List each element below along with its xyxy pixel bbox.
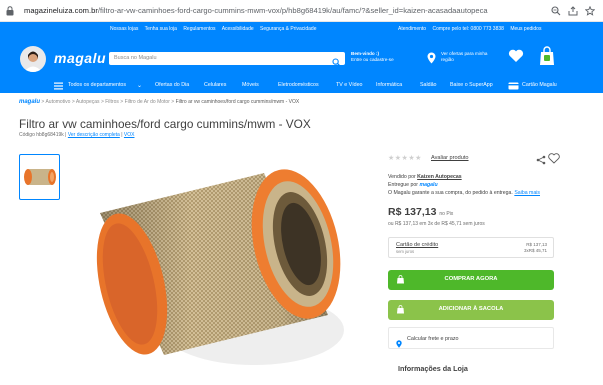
delivered-by-label: Entregue por <box>388 182 418 188</box>
header-link-phone[interactable]: Compre pelo tel: 0800 773 3838 <box>432 26 503 32</box>
header-link[interactable]: Acessibilidade <box>222 26 254 32</box>
product-code-text: Código hb8g68419k | <box>19 132 67 138</box>
price-value: R$ 137,13 <box>388 206 437 218</box>
browser-address-bar[interactable]: magazineluiza.com.br/filtro-ar-vw-caminh… <box>0 0 603 22</box>
breadcrumb-item[interactable]: Filtros <box>105 99 119 105</box>
breadcrumb-current: Filtro ar vw caminhoes/ford cargo cummin… <box>175 99 300 105</box>
header-link-atendimento[interactable]: Atendimento <box>398 26 426 32</box>
sold-by-label: Vendido por <box>388 174 416 180</box>
zoom-icon[interactable] <box>550 5 562 17</box>
nav-superapp[interactable]: Baixe o SuperApp <box>450 82 493 88</box>
chevron-down-icon[interactable]: ⌄ <box>137 82 142 89</box>
login-link[interactable]: Bem-vindo :) Entre ou cadastre-se <box>351 51 394 62</box>
nav-saldao[interactable]: Saldão <box>420 82 437 88</box>
card-label: Cartão de crédito <box>396 242 439 248</box>
buy-now-button[interactable]: COMPRAR AGORA <box>388 270 554 290</box>
seller-info: Vendido por Kaizen Autopecas Entregue po… <box>388 173 540 197</box>
url-domain: magazineluiza.com.br <box>24 6 98 15</box>
add-to-bag-label: ADICIONAR À SACOLA <box>438 306 504 312</box>
favorite-heart-icon[interactable] <box>548 151 560 164</box>
nav-informatica[interactable]: Informática <box>376 82 402 88</box>
share-icon[interactable] <box>536 152 546 165</box>
menu-hamburger-icon[interactable] <box>54 82 63 90</box>
login-text: Entre ou cadastre-se <box>351 56 394 62</box>
credit-card-icon <box>508 82 519 90</box>
url-text[interactable]: magazineluiza.com.br/filtro-ar-vw-caminh… <box>24 6 544 15</box>
store-info-heading: Informações da Loja <box>398 364 468 373</box>
share-page-icon[interactable] <box>567 5 579 17</box>
header-link-orders[interactable]: Meus pedidos <box>510 26 541 32</box>
brand-link[interactable]: VOX <box>124 132 135 138</box>
department-nav: Todos os departamentos ⌄ Ofertas do Dia … <box>0 79 603 93</box>
header-link[interactable]: Segurança & Privacidade <box>260 26 316 32</box>
product-main-image[interactable] <box>94 155 346 380</box>
card-sub: sem juros <box>396 249 415 254</box>
nav-moveis[interactable]: Móveis <box>242 82 259 88</box>
nav-eletrodomesticos[interactable]: Eletrodomésticos <box>278 82 319 88</box>
installments-text: ou R$ 137,13 em 3x de R$ 45,71 sem juros <box>388 221 485 227</box>
guarantee-text: O Magalu garante a sua compra, do pedido… <box>388 190 513 196</box>
credit-card-option[interactable]: Cartão de crédito sem juros R$ 137,13 3x… <box>388 237 554 258</box>
price-suffix: no Pix <box>439 211 454 217</box>
product-code: Código hb8g68419k | Ver descrição comple… <box>19 132 134 138</box>
code-separator: | <box>121 132 123 138</box>
rating-stars: ★★★★★ <box>388 155 422 162</box>
rate-product-link[interactable]: Avaliar produto <box>431 155 469 161</box>
nav-cartao[interactable]: Cartão Magalu <box>522 82 557 88</box>
shipping-label: Calcular frete e prazo <box>407 336 459 342</box>
location-pin-icon <box>396 335 402 348</box>
nav-ofertas[interactable]: Ofertas do Dia <box>155 82 189 88</box>
learn-more-link[interactable]: Saiba mais <box>514 190 540 196</box>
nav-celulares[interactable]: Celulares <box>204 82 226 88</box>
search-placeholder: Busca no Magalu <box>114 55 157 61</box>
lu-avatar <box>20 46 46 72</box>
breadcrumb-item[interactable]: Automotivo <box>45 99 70 105</box>
offers-text-1: Ver ofertas para minha <box>441 51 488 56</box>
breadcrumb-item[interactable]: Autopeças <box>76 99 100 105</box>
card-installments: 3xR$ 45,71 <box>523 248 547 253</box>
url-path: /filtro-ar-vw-caminhoes-ford-cargo-cummi… <box>97 6 488 15</box>
add-to-bag-button[interactable]: ADICIONAR À SACOLA <box>388 300 554 320</box>
breadcrumb-item[interactable]: Filtro de Ar do Motor <box>125 99 170 105</box>
description-link[interactable]: Ver descrição completa <box>68 132 120 138</box>
location-pin-icon[interactable] <box>427 51 436 64</box>
offers-text-2: região <box>441 56 454 62</box>
breadcrumb: magalu > Automotivo > Autopeças > Filtro… <box>19 99 300 105</box>
product-price: R$ 137,13 no Pix <box>388 206 453 218</box>
header-link[interactable]: Regulamentos <box>183 26 215 32</box>
seller-link[interactable]: Kaizen Autopecas <box>417 174 462 180</box>
site-header: Nossas lojas Tenha sua loja Regulamentos… <box>0 22 603 93</box>
breadcrumb-logo[interactable]: magalu <box>19 99 40 105</box>
search-icon[interactable] <box>332 54 341 67</box>
header-right-links: Atendimento Compre pelo tel: 0800 773 38… <box>398 26 546 32</box>
search-input[interactable]: Busca no Magalu <box>109 52 345 67</box>
product-thumbnail[interactable] <box>19 154 60 200</box>
magalu-logo[interactable]: magalu <box>54 50 106 66</box>
bookmark-star-icon[interactable] <box>584 5 596 17</box>
card-total: R$ 137,13 <box>526 242 547 247</box>
region-offers-link[interactable]: Ver ofertas para minha região <box>441 51 487 62</box>
header-top-links: Nossas lojas Tenha sua loja Regulamentos… <box>110 26 321 32</box>
bag-icon[interactable] <box>538 46 556 66</box>
nav-all-departments[interactable]: Todos os departamentos <box>68 82 126 88</box>
header-link[interactable]: Nossas lojas <box>110 26 138 32</box>
buy-now-label: COMPRAR AGORA <box>444 276 498 282</box>
header-link[interactable]: Tenha sua loja <box>145 26 177 32</box>
nav-tv-video[interactable]: TV e Vídeo <box>336 82 363 88</box>
favorites-heart-icon[interactable] <box>508 49 524 63</box>
shipping-calculator[interactable]: Calcular frete e prazo <box>388 327 554 349</box>
page-title: Filtro ar vw caminhoes/ford cargo cummin… <box>19 117 311 131</box>
delivered-by-logo: magalu <box>419 182 438 188</box>
lock-icon <box>6 5 18 16</box>
